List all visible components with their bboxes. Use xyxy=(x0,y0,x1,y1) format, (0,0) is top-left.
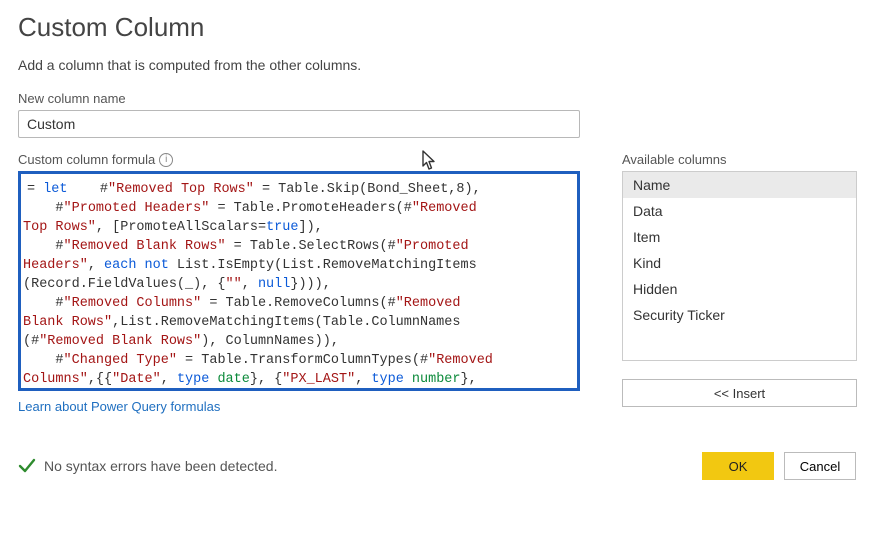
list-item[interactable]: Hidden xyxy=(623,276,856,302)
available-columns-label: Available columns xyxy=(622,152,857,167)
formula-editor[interactable]: = let #"Removed Top Rows" = Table.Skip(B… xyxy=(18,171,580,391)
list-item[interactable]: Item xyxy=(623,224,856,250)
learn-link[interactable]: Learn about Power Query formulas xyxy=(18,399,220,414)
dialog-title: Custom Column xyxy=(18,12,856,43)
ok-button[interactable]: OK xyxy=(702,452,774,480)
list-item[interactable]: Name xyxy=(623,172,856,198)
new-column-name-label: New column name xyxy=(18,91,856,106)
check-icon xyxy=(18,457,36,475)
cancel-button[interactable]: Cancel xyxy=(784,452,856,480)
insert-button[interactable]: << Insert xyxy=(622,379,857,407)
new-column-name-input[interactable] xyxy=(18,110,580,138)
cursor-icon xyxy=(422,150,438,172)
dialog-subtitle: Add a column that is computed from the o… xyxy=(18,57,856,73)
list-item[interactable]: Data xyxy=(623,198,856,224)
available-columns-list[interactable]: NameDataItemKindHiddenSecurity Ticker xyxy=(622,171,857,361)
info-icon[interactable]: i xyxy=(159,153,173,167)
status-text: No syntax errors have been detected. xyxy=(44,458,277,474)
list-item[interactable]: Kind xyxy=(623,250,856,276)
formula-label: Custom column formula xyxy=(18,152,155,167)
list-item[interactable]: Security Ticker xyxy=(623,302,856,328)
